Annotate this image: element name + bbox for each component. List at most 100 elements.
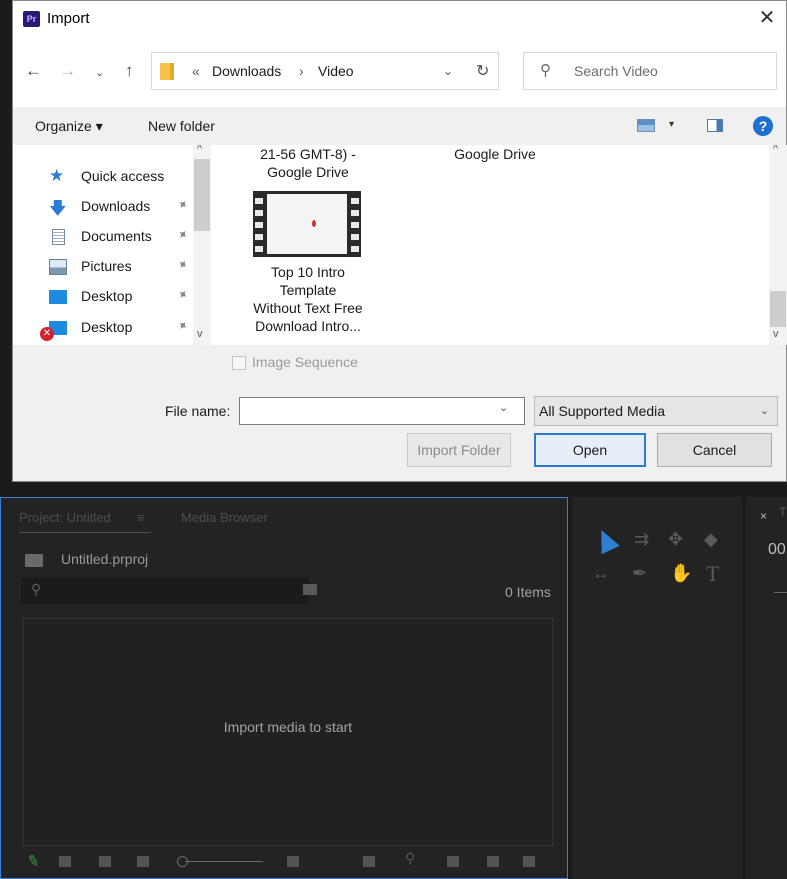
timeline-ruler-line bbox=[774, 592, 787, 593]
video-file-caption: Top 10 Intro Template Without Text Free … bbox=[233, 263, 383, 335]
dialog-title: Import bbox=[47, 10, 90, 27]
new-folder-button[interactable]: New folder bbox=[148, 118, 215, 134]
refresh-icon[interactable]: ↻ bbox=[476, 61, 489, 81]
organize-menu[interactable]: Organize ▾ bbox=[35, 118, 103, 135]
file-item-partial[interactable]: 21-56 GMT-8) - Google Drive bbox=[243, 145, 373, 181]
search-placeholder: Search Video bbox=[574, 63, 658, 79]
pen-tool-icon[interactable]: ✒ bbox=[632, 563, 647, 584]
file-list-scrollbar[interactable]: ^ v bbox=[769, 145, 787, 345]
video-thumbnail[interactable] bbox=[253, 191, 361, 257]
up-arrow-icon[interactable]: ↑ bbox=[125, 61, 134, 81]
tab-media-browser[interactable]: Media Browser bbox=[181, 510, 268, 525]
slip-tool-icon[interactable]: ↔ bbox=[592, 563, 610, 584]
razor-tool-icon[interactable]: ◆ bbox=[704, 529, 718, 550]
file-caption-line: Template bbox=[279, 282, 337, 298]
cancel-button[interactable]: Cancel bbox=[657, 433, 772, 467]
file-caption-line: Google Drive bbox=[454, 146, 536, 162]
navigation-bar: ← → ⌄ ↑ « Downloads › Video ⌄ ↻ ⚲ Search… bbox=[13, 37, 786, 107]
sidebar-item-label: Documents bbox=[81, 228, 152, 244]
pin-icon[interactable]: ✦ bbox=[173, 316, 192, 335]
hand-tool-icon[interactable]: ✋ bbox=[670, 563, 692, 584]
pin-icon[interactable]: ✦ bbox=[173, 285, 192, 304]
list-view-icon[interactable] bbox=[59, 856, 71, 867]
tab-menu-icon[interactable]: ≡ bbox=[137, 510, 145, 525]
pictures-icon bbox=[49, 259, 67, 275]
navigation-pane-scrollbar[interactable]: ^ v bbox=[193, 145, 211, 345]
tab-timeline-partial[interactable]: T bbox=[779, 505, 786, 519]
project-panel: Project: Untitled ≡ Media Browser Untitl… bbox=[0, 497, 568, 879]
scrollbar-thumb[interactable] bbox=[770, 291, 786, 327]
help-icon[interactable]: ? bbox=[753, 116, 773, 136]
chevron-down-icon: ⌄ bbox=[759, 405, 769, 417]
scroll-up-icon[interactable]: ^ bbox=[197, 145, 202, 155]
forward-arrow-icon[interactable]: → bbox=[59, 61, 76, 81]
import-folder-button[interactable]: Import Folder bbox=[407, 433, 511, 467]
type-tool-icon[interactable]: T bbox=[706, 561, 719, 587]
find-icon[interactable]: ⚲ bbox=[405, 850, 417, 866]
scroll-down-icon[interactable]: v bbox=[197, 328, 203, 340]
media-drop-area[interactable]: Import media to start bbox=[23, 618, 553, 846]
search-box[interactable]: ⚲ Search Video bbox=[523, 52, 777, 90]
navigation-pane: ★ Quick access 🡇 Downloads ✦ Documents ✦… bbox=[13, 145, 213, 345]
sidebar-item-label: Pictures bbox=[81, 258, 132, 274]
new-bin-from-search-icon[interactable] bbox=[303, 584, 317, 595]
ripple-edit-tool-icon[interactable]: ✥ bbox=[668, 529, 683, 550]
trash-icon[interactable] bbox=[523, 856, 535, 867]
file-caption-line: Without Text Free bbox=[253, 300, 363, 316]
selection-tool-icon[interactable] bbox=[592, 525, 620, 555]
sort-icons-icon[interactable] bbox=[287, 856, 299, 867]
empty-state-message: Import media to start bbox=[223, 719, 353, 735]
breadcrumb-separator: › bbox=[299, 63, 304, 79]
zoom-slider-track[interactable] bbox=[185, 861, 263, 862]
command-toolbar: Organize ▾ New folder ▾ ? bbox=[13, 107, 786, 145]
scroll-down-icon[interactable]: v bbox=[773, 328, 779, 340]
icon-view-icon[interactable] bbox=[99, 856, 111, 867]
track-select-tool-icon[interactable]: ⇉ bbox=[634, 529, 649, 550]
breadcrumb-overflow[interactable]: « bbox=[192, 63, 200, 79]
star-icon: ★ bbox=[49, 166, 65, 185]
pin-icon[interactable]: ✦ bbox=[173, 255, 192, 274]
new-item-icon[interactable] bbox=[487, 856, 499, 867]
scrollbar-thumb[interactable] bbox=[194, 159, 210, 231]
open-button[interactable]: Open bbox=[534, 433, 646, 467]
file-item-partial[interactable]: Google Drive bbox=[425, 145, 565, 163]
breadcrumb-video[interactable]: Video bbox=[318, 63, 354, 79]
new-bin-icon[interactable] bbox=[447, 856, 459, 867]
file-caption-line: 21-56 GMT-8) - bbox=[260, 146, 356, 162]
tab-project[interactable]: Project: Untitled bbox=[19, 510, 111, 525]
error-badge-icon: ✕ bbox=[40, 327, 54, 341]
file-type-value: All Supported Media bbox=[539, 403, 666, 419]
sidebar-item-label: Downloads bbox=[81, 198, 151, 214]
film-strip-holes bbox=[255, 195, 263, 253]
search-icon: ⚲ bbox=[540, 62, 551, 79]
checkbox[interactable] bbox=[232, 356, 246, 370]
file-name-input[interactable] bbox=[239, 397, 525, 425]
file-name-label: File name: bbox=[165, 403, 231, 419]
chevron-down-icon[interactable]: ⌄ bbox=[443, 64, 453, 78]
pencil-icon[interactable]: ✎ bbox=[25, 851, 42, 872]
preview-pane-icon[interactable] bbox=[707, 119, 723, 132]
file-type-select[interactable]: All Supported Media ⌄ bbox=[534, 396, 778, 426]
program-monitor-panel: × T 00 bbox=[746, 497, 787, 879]
video-frame bbox=[267, 194, 347, 254]
film-strip-holes bbox=[351, 195, 359, 253]
back-arrow-icon[interactable]: ← bbox=[25, 61, 42, 81]
pin-icon[interactable]: ✦ bbox=[173, 225, 192, 244]
address-bar[interactable]: « Downloads › Video ⌄ ↻ bbox=[151, 52, 499, 90]
breadcrumb-downloads[interactable]: Downloads bbox=[212, 63, 281, 79]
change-view-icon[interactable] bbox=[637, 119, 655, 132]
sidebar-item-label: Desktop bbox=[81, 288, 133, 304]
freeform-view-icon[interactable] bbox=[137, 856, 149, 867]
automate-to-sequence-icon[interactable] bbox=[363, 856, 375, 867]
dialog-titlebar: Pr Import ✕ bbox=[13, 1, 786, 37]
chevron-down-icon[interactable]: ⌄ bbox=[499, 401, 508, 414]
close-icon[interactable]: × bbox=[760, 509, 767, 523]
project-search-input[interactable]: ⚲ bbox=[21, 578, 309, 604]
pin-icon[interactable]: ✦ bbox=[173, 195, 192, 214]
project-file-name: Untitled.prproj bbox=[61, 551, 149, 567]
view-options-dropdown[interactable]: ▾ bbox=[669, 119, 674, 130]
close-icon[interactable]: ✕ bbox=[756, 7, 778, 29]
recent-locations-chevron-icon[interactable]: ⌄ bbox=[95, 66, 104, 79]
search-icon: ⚲ bbox=[31, 581, 42, 597]
scroll-up-icon[interactable]: ^ bbox=[773, 145, 778, 155]
